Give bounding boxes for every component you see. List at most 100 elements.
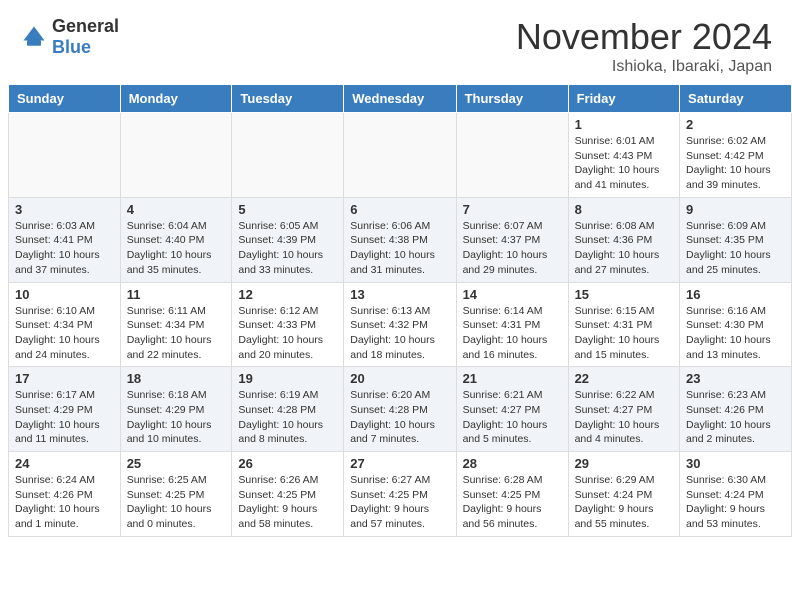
logo: General Blue: [20, 16, 119, 58]
day-info: Sunrise: 6:06 AM Sunset: 4:38 PM Dayligh…: [350, 219, 449, 278]
calendar-cell-w3-d4: 13 Sunrise: 6:13 AM Sunset: 4:32 PM Dayli…: [344, 282, 456, 367]
calendar-cell-w4-d2: 18 Sunrise: 6:18 AM Sunset: 4:29 PM Dayli…: [120, 367, 232, 452]
day-number: 25: [127, 456, 226, 471]
week-row-2: 3 Sunrise: 6:03 AM Sunset: 4:41 PM Daylig…: [9, 197, 792, 282]
day-number: 14: [463, 287, 562, 302]
day-number: 16: [686, 287, 785, 302]
day-info: Sunrise: 6:29 AM Sunset: 4:24 PM Dayligh…: [575, 473, 673, 532]
calendar-cell-w2-d7: 9 Sunrise: 6:09 AM Sunset: 4:35 PM Daylig…: [680, 197, 792, 282]
calendar-cell-w3-d6: 15 Sunrise: 6:15 AM Sunset: 4:31 PM Dayli…: [568, 282, 679, 367]
calendar-cell-w2-d6: 8Sunrise: 6:08 AM Sunset: 4:36 PM Daylig…: [568, 197, 679, 282]
calendar-cell-w3-d7: 16 Sunrise: 6:16 AM Sunset: 4:30 PM Dayli…: [680, 282, 792, 367]
calendar-cell-w2-d3: 5 Sunrise: 6:05 AM Sunset: 4:39 PM Daylig…: [232, 197, 344, 282]
day-info: Sunrise: 6:30 AM Sunset: 4:24 PM Dayligh…: [686, 473, 785, 532]
day-info: Sunrise: 6:03 AM Sunset: 4:41 PM Dayligh…: [15, 219, 114, 278]
calendar-cell-w2-d2: 4 Sunrise: 6:04 AM Sunset: 4:40 PM Daylig…: [120, 197, 232, 282]
day-number: 5: [238, 202, 337, 217]
day-info: Sunrise: 6:19 AM Sunset: 4:28 PM Dayligh…: [238, 388, 337, 447]
calendar-cell-w1-d5: [456, 113, 568, 198]
day-info: Sunrise: 6:20 AM Sunset: 4:28 PM Dayligh…: [350, 388, 449, 447]
day-number: 7: [463, 202, 562, 217]
day-number: 10: [15, 287, 114, 302]
calendar-cell-w1-d7: 2 Sunrise: 6:02 AM Sunset: 4:42 PM Daylig…: [680, 113, 792, 198]
day-info: Sunrise: 6:27 AM Sunset: 4:25 PM Dayligh…: [350, 473, 449, 532]
day-number: 18: [127, 371, 226, 386]
day-info: Sunrise: 6:05 AM Sunset: 4:39 PM Dayligh…: [238, 219, 337, 278]
day-number: 2: [686, 117, 785, 132]
title-section: November 2024 Ishioka, Ibaraki, Japan: [516, 16, 772, 76]
calendar-cell-w5-d4: 27 Sunrise: 6:27 AM Sunset: 4:25 PM Dayli…: [344, 452, 456, 537]
day-info: Sunrise: 6:04 AM Sunset: 4:40 PM Dayligh…: [127, 219, 226, 278]
calendar-cell-w1-d4: [344, 113, 456, 198]
day-number: 4: [127, 202, 226, 217]
calendar-cell-w5-d7: 30 Sunrise: 6:30 AM Sunset: 4:24 PM Dayli…: [680, 452, 792, 537]
calendar-cell-w4-d4: 20 Sunrise: 6:20 AM Sunset: 4:28 PM Dayli…: [344, 367, 456, 452]
calendar-cell-w4-d6: 22 Sunrise: 6:22 AM Sunset: 4:27 PM Dayli…: [568, 367, 679, 452]
day-info: Sunrise: 6:17 AM Sunset: 4:29 PM Dayligh…: [15, 388, 114, 447]
col-saturday: Saturday: [680, 85, 792, 113]
calendar-table: Sunday Monday Tuesday Wednesday Thursday…: [8, 84, 792, 537]
day-number: 3: [15, 202, 114, 217]
days-header-row: Sunday Monday Tuesday Wednesday Thursday…: [9, 85, 792, 113]
day-number: 28: [463, 456, 562, 471]
day-info: Sunrise: 6:25 AM Sunset: 4:25 PM Dayligh…: [127, 473, 226, 532]
day-number: 8: [575, 202, 673, 217]
day-number: 19: [238, 371, 337, 386]
day-number: 27: [350, 456, 449, 471]
calendar-cell-w5-d3: 26Sunrise: 6:26 AM Sunset: 4:25 PM Dayli…: [232, 452, 344, 537]
day-number: 17: [15, 371, 114, 386]
day-info: Sunrise: 6:07 AM Sunset: 4:37 PM Dayligh…: [463, 219, 562, 278]
day-info: Sunrise: 6:24 AM Sunset: 4:26 PM Dayligh…: [15, 473, 114, 532]
col-tuesday: Tuesday: [232, 85, 344, 113]
calendar-cell-w3-d5: 14 Sunrise: 6:14 AM Sunset: 4:31 PM Dayli…: [456, 282, 568, 367]
calendar-cell-w5-d2: 25 Sunrise: 6:25 AM Sunset: 4:25 PM Dayli…: [120, 452, 232, 537]
calendar-cell-w3-d1: 10 Sunrise: 6:10 AM Sunset: 4:34 PM Dayli…: [9, 282, 121, 367]
calendar-cell-w3-d3: 12Sunrise: 6:12 AM Sunset: 4:33 PM Dayli…: [232, 282, 344, 367]
col-thursday: Thursday: [456, 85, 568, 113]
week-row-5: 24 Sunrise: 6:24 AM Sunset: 4:26 PM Dayli…: [9, 452, 792, 537]
day-number: 30: [686, 456, 785, 471]
day-info: Sunrise: 6:02 AM Sunset: 4:42 PM Dayligh…: [686, 134, 785, 193]
calendar-cell-w4-d1: 17 Sunrise: 6:17 AM Sunset: 4:29 PM Dayli…: [9, 367, 121, 452]
day-number: 20: [350, 371, 449, 386]
day-info: Sunrise: 6:13 AM Sunset: 4:32 PM Dayligh…: [350, 304, 449, 363]
calendar-header: Sunday Monday Tuesday Wednesday Thursday…: [9, 85, 792, 113]
calendar-cell-w4-d3: 19 Sunrise: 6:19 AM Sunset: 4:28 PM Dayli…: [232, 367, 344, 452]
day-number: 6: [350, 202, 449, 217]
day-info: Sunrise: 6:26 AM Sunset: 4:25 PM Dayligh…: [238, 473, 337, 532]
day-number: 29: [575, 456, 673, 471]
day-number: 11: [127, 287, 226, 302]
day-info: Sunrise: 6:16 AM Sunset: 4:30 PM Dayligh…: [686, 304, 785, 363]
page-header: General Blue November 2024 Ishioka, Ibar…: [0, 0, 792, 84]
calendar-cell-w4-d5: 21Sunrise: 6:21 AM Sunset: 4:27 PM Dayli…: [456, 367, 568, 452]
day-info: Sunrise: 6:22 AM Sunset: 4:27 PM Dayligh…: [575, 388, 673, 447]
calendar-cell-w1-d1: [9, 113, 121, 198]
day-number: 15: [575, 287, 673, 302]
day-info: Sunrise: 6:28 AM Sunset: 4:25 PM Dayligh…: [463, 473, 562, 532]
calendar-cell-w1-d3: [232, 113, 344, 198]
day-info: Sunrise: 6:11 AM Sunset: 4:34 PM Dayligh…: [127, 304, 226, 363]
day-number: 13: [350, 287, 449, 302]
day-info: Sunrise: 6:23 AM Sunset: 4:26 PM Dayligh…: [686, 388, 785, 447]
day-number: 21: [463, 371, 562, 386]
col-friday: Friday: [568, 85, 679, 113]
calendar-cell-w5-d5: 28 Sunrise: 6:28 AM Sunset: 4:25 PM Dayli…: [456, 452, 568, 537]
col-monday: Monday: [120, 85, 232, 113]
logo-blue-text: Blue: [52, 37, 91, 57]
day-info: Sunrise: 6:15 AM Sunset: 4:31 PM Dayligh…: [575, 304, 673, 363]
calendar-cell-w1-d6: 1Sunrise: 6:01 AM Sunset: 4:43 PM Daylig…: [568, 113, 679, 198]
day-info: Sunrise: 6:14 AM Sunset: 4:31 PM Dayligh…: [463, 304, 562, 363]
day-info: Sunrise: 6:18 AM Sunset: 4:29 PM Dayligh…: [127, 388, 226, 447]
month-title: November 2024: [516, 16, 772, 58]
col-sunday: Sunday: [9, 85, 121, 113]
day-number: 23: [686, 371, 785, 386]
day-number: 22: [575, 371, 673, 386]
day-info: Sunrise: 6:09 AM Sunset: 4:35 PM Dayligh…: [686, 219, 785, 278]
week-row-4: 17 Sunrise: 6:17 AM Sunset: 4:29 PM Dayli…: [9, 367, 792, 452]
day-number: 1: [575, 117, 673, 132]
day-number: 9: [686, 202, 785, 217]
day-number: 24: [15, 456, 114, 471]
day-info: Sunrise: 6:10 AM Sunset: 4:34 PM Dayligh…: [15, 304, 114, 363]
calendar-cell-w3-d2: 11 Sunrise: 6:11 AM Sunset: 4:34 PM Dayli…: [120, 282, 232, 367]
col-wednesday: Wednesday: [344, 85, 456, 113]
